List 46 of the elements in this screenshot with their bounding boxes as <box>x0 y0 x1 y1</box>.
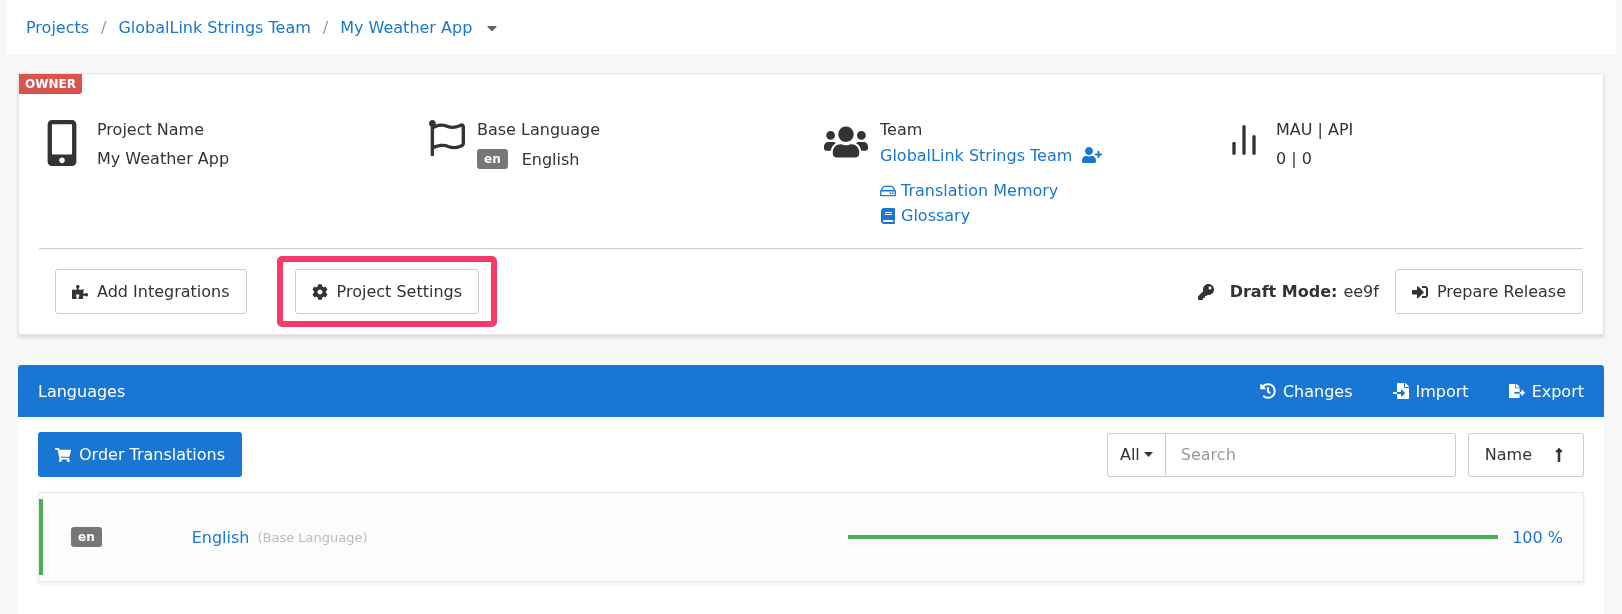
language-row[interactable]: en English (Base Language) 100 % <box>38 492 1584 582</box>
breadcrumb-link[interactable]: GlobalLink Strings Team <box>118 18 311 37</box>
field-label: Base Language <box>477 120 600 139</box>
breadcrumb-link[interactable]: My Weather App <box>340 18 473 37</box>
resource-link[interactable]: Translation Memory <box>880 181 1103 200</box>
header-link[interactable]: Import <box>1392 381 1469 401</box>
language-code: en <box>71 527 102 547</box>
sort-button[interactable]: Name <box>1467 432 1584 477</box>
history-icon <box>1259 383 1276 399</box>
filter-dropdown[interactable]: All <box>1106 432 1166 477</box>
field-label: MAU | API <box>1276 120 1354 139</box>
order-translations-button[interactable]: Order Translations <box>38 432 243 477</box>
language-code: en <box>477 149 508 169</box>
settings-icon <box>311 283 328 300</box>
action-button[interactable]: Project Settings <box>294 269 479 314</box>
breadcrumb-separator: / <box>322 18 329 37</box>
action-button[interactable]: Add Integrations <box>55 269 247 314</box>
header-link[interactable]: Export <box>1508 381 1584 401</box>
draft-mode-text: Draft Mode: ee9f <box>1229 282 1379 301</box>
breadcrumb-link[interactable]: Projects <box>26 18 90 37</box>
export-icon <box>1508 383 1525 399</box>
language-link[interactable]: English <box>191 527 250 547</box>
base-language-note: (Base Language) <box>257 529 368 545</box>
field-label: Project Name <box>97 120 206 139</box>
panel-title: Languages <box>38 381 127 401</box>
import-icon <box>1392 383 1409 399</box>
owner-badge: OWNER <box>19 74 82 94</box>
book-icon <box>880 207 896 224</box>
progress-percent: 100 % <box>1512 527 1563 547</box>
add-user-icon[interactable] <box>1082 145 1103 165</box>
usage-value: 0 | 0 <box>1276 149 1313 168</box>
resource-link[interactable]: Glossary <box>880 206 1103 225</box>
team-link[interactable]: GlobalLink Strings Team <box>880 145 1073 165</box>
field-label: Team <box>880 120 924 139</box>
search-field[interactable]: Search <box>1165 432 1456 477</box>
language-name: English <box>521 149 580 169</box>
puzzle-icon <box>72 283 88 300</box>
caret-icon <box>1143 452 1153 457</box>
prepare-release-button[interactable]: Prepare Release <box>1394 269 1583 314</box>
key-icon <box>1197 283 1214 300</box>
cart-icon <box>55 446 71 463</box>
sign-in-icon <box>1411 283 1428 300</box>
header-link[interactable]: Changes <box>1259 381 1353 401</box>
flag-icon <box>429 120 465 156</box>
breadcrumb-separator: / <box>101 18 107 37</box>
project-name: My Weather App <box>97 149 230 168</box>
